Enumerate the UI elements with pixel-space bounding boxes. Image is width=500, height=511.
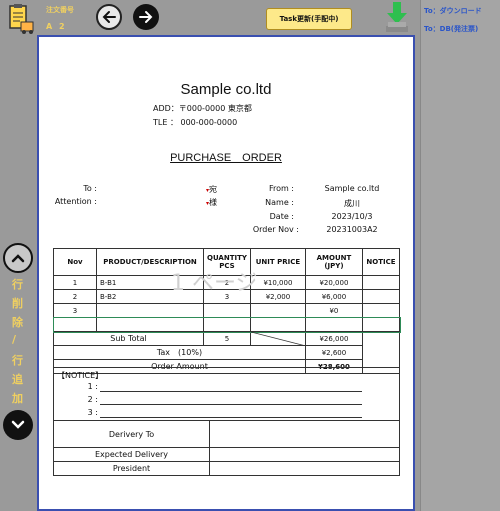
page-watermark: 1 ページ: [171, 271, 258, 296]
company-phone: TLE ： 000-000-0000: [153, 118, 238, 127]
document-title: PURCHASE ORDER: [170, 152, 282, 164]
cell-unit-price[interactable]: [249, 303, 306, 318]
header-unit-price: UNIT PRICE: [249, 248, 306, 276]
cell-amount: ¥6,000: [304, 289, 363, 304]
tax-row: Tax (10%) ¥2,600: [53, 345, 400, 360]
expected-delivery-label: Expected Delivery: [94, 450, 169, 459]
chevron-up-icon: [11, 254, 25, 263]
forward-button[interactable]: [133, 4, 159, 30]
row-control-char: /: [12, 333, 17, 346]
delivery-divider: [209, 421, 210, 475]
delivery-to-label: Derivery To: [108, 430, 155, 439]
delivery-hline: [54, 447, 399, 448]
arrow-right-icon: [139, 11, 153, 23]
president-label: President: [112, 464, 151, 473]
notice-line-3[interactable]: [100, 417, 362, 418]
download-icon[interactable]: [384, 0, 410, 34]
attention-field[interactable]: ▾様: [206, 197, 217, 208]
attention-suffix: 様: [209, 198, 218, 207]
subtotal-label: Sub Total: [52, 331, 205, 346]
right-panel: [420, 0, 500, 511]
selected-empty-row[interactable]: [52, 316, 401, 333]
arrow-left-icon: [102, 11, 116, 23]
cell-notice[interactable]: [361, 289, 401, 304]
from-value: Sample co.ltd: [324, 184, 380, 193]
cell-notice[interactable]: [361, 275, 401, 290]
order-no-value: 20231003A2: [326, 225, 378, 234]
to-label: To :: [83, 184, 97, 193]
table-row[interactable]: 3 ¥0: [53, 303, 401, 318]
order-no-label: Order Nov :: [252, 225, 299, 234]
row-control-char: 削: [12, 297, 23, 310]
cell-amount: ¥20,000: [304, 275, 363, 290]
notice-line-2[interactable]: [100, 404, 362, 405]
cell-product[interactable]: [95, 303, 205, 318]
company-address: ADD：〒000-0000 東京都: [153, 104, 252, 113]
delivery-hline: [54, 461, 399, 462]
cell-amount: ¥0: [304, 303, 363, 318]
to-suffix: 宛: [209, 185, 218, 194]
chevron-down-icon: [11, 420, 25, 429]
row-up-button[interactable]: [3, 243, 33, 273]
row-control-char: 行: [12, 354, 23, 367]
row-down-button[interactable]: [3, 410, 33, 440]
cell-unit-price[interactable]: ¥2,000: [249, 289, 306, 304]
cell-no[interactable]: 2: [53, 289, 97, 304]
header-no: Nov: [53, 248, 97, 276]
cell-qty[interactable]: [203, 303, 251, 318]
subtotal-amount: ¥26,000: [304, 331, 363, 346]
company-name: Sample co.ltd: [180, 81, 272, 98]
notice-line-1[interactable]: [100, 391, 362, 392]
back-button[interactable]: [96, 4, 122, 30]
from-label: From :: [268, 184, 294, 193]
notice-line-label: 2 :: [87, 395, 98, 404]
db-link[interactable]: To：DB(発注票): [424, 24, 478, 34]
order-number-label: 注文番号: [46, 6, 74, 14]
date-label: Date :: [269, 212, 294, 221]
header-notice: NOTICE: [361, 248, 401, 276]
date-value: 2023/10/3: [331, 212, 373, 221]
cell-no[interactable]: 1: [53, 275, 97, 290]
task-update-button[interactable]: Task更新(手配中): [266, 8, 352, 30]
download-link[interactable]: To：ダウンロード: [424, 6, 482, 16]
tax-amount: ¥2,600: [304, 345, 363, 360]
subtotal-unit-empty: [249, 331, 306, 346]
subtotal-qty: 5: [203, 331, 251, 346]
notice-box: 【NOTICE】 1 : 2 : 3 :: [53, 367, 400, 421]
notice-line-label: 3 :: [87, 408, 98, 417]
cell-notice[interactable]: [361, 303, 401, 318]
tax-label: Tax (10%): [53, 345, 306, 360]
clipboard-app-icon[interactable]: [6, 4, 34, 34]
notice-label: 【NOTICE】: [57, 371, 104, 380]
subtotal-row: Sub Total 5 ¥26,000: [52, 331, 401, 374]
cell-unit-price[interactable]: ¥10,000: [249, 275, 306, 290]
delivery-box: Derivery To Expected Delivery President: [53, 420, 400, 476]
row-control-char: 加: [12, 392, 23, 405]
notice-line-label: 1 :: [87, 382, 98, 391]
to-field[interactable]: ▾宛: [206, 184, 217, 195]
name-value: 成川: [344, 199, 360, 208]
row-control-char: 行: [12, 278, 23, 291]
purchase-order-sheet: Sample co.ltd ADD：〒000-0000 東京都 TLE ： 00…: [37, 35, 415, 511]
cell-no[interactable]: 3: [53, 303, 97, 318]
header-amount: AMOUNT (JPY): [304, 248, 363, 276]
row-control-char: 除: [12, 316, 23, 329]
order-number-value: A 2: [46, 22, 67, 31]
row-control-char: 追: [12, 373, 23, 386]
attention-label: Attention :: [54, 197, 97, 206]
name-label: Name :: [265, 198, 294, 207]
